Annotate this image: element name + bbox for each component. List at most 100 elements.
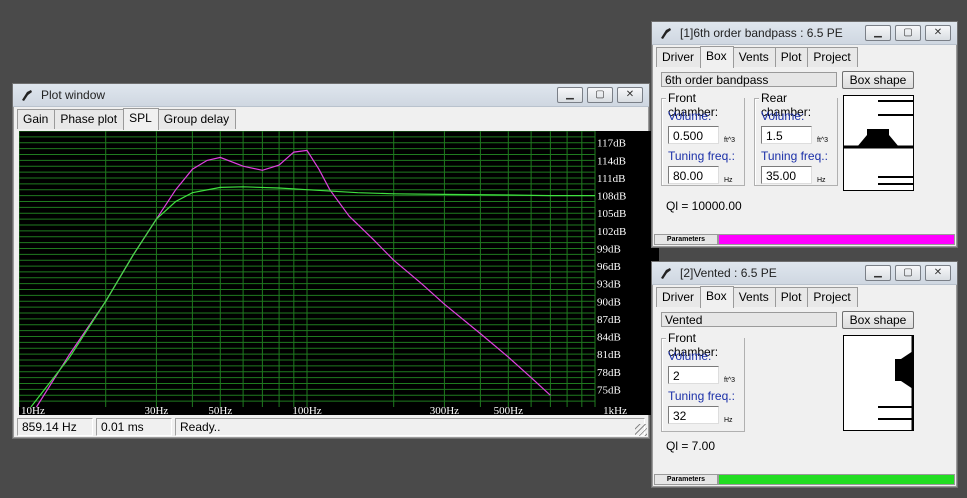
rear-tuning-unit: Hz	[817, 177, 826, 184]
status-bar: 859.14 Hz 0.01 ms Ready..	[17, 418, 645, 436]
status-message: Ready..	[175, 418, 645, 436]
tab-vents[interactable]: Vents	[732, 287, 776, 307]
resize-grip[interactable]	[635, 424, 647, 436]
x-tick-label: 30Hz	[144, 405, 168, 415]
x-tick-label: 1kHz	[603, 405, 627, 415]
parameters-bar: Parameters	[654, 234, 955, 245]
rear-volume-label: Volume:	[761, 109, 805, 123]
bandpass-box-diagram	[843, 95, 914, 191]
front-volume-label: Volume:	[668, 349, 712, 363]
rear-volume-unit: ft^3	[817, 137, 829, 144]
plot-window: Plot window ▁ ▢ ✕ Gain Phase plot SPL Gr…	[12, 83, 659, 439]
parameters-label[interactable]: Parameters	[654, 234, 718, 245]
maximize-icon[interactable]: ▢	[895, 265, 921, 281]
tab-plot[interactable]: Plot	[774, 47, 809, 67]
rear-chamber-group: Rear chamber: Volume: 1.5 ft^3 Tuning fr…	[754, 91, 838, 186]
front-tuning-label: Tuning freq.:	[668, 149, 735, 163]
vented-box-window: [2]Vented : 6.5 PE ▁ ▢ ✕ Driver Box Vent…	[651, 261, 958, 488]
close-icon[interactable]: ✕	[925, 265, 951, 281]
window-title: [1]6th order bandpass : 6.5 PE	[680, 26, 843, 40]
ql-value: Ql = 7.00	[666, 439, 716, 453]
close-icon[interactable]: ✕	[925, 25, 951, 41]
x-tick-label: 50Hz	[208, 405, 232, 415]
y-tick-label: 87dB	[597, 314, 621, 326]
y-tick-label: 117dB	[597, 138, 626, 150]
y-tick-label: 102dB	[597, 226, 626, 238]
spl-plot[interactable]: 117dB 114dB 111dB 108dB 105dB 102dB 99dB 96dB 93…	[19, 131, 659, 415]
maximize-icon[interactable]: ▢	[895, 25, 921, 41]
y-tick-label: 114dB	[597, 155, 626, 167]
minimize-icon[interactable]: ▁	[865, 265, 891, 281]
front-tuning-input[interactable]: 80.00	[668, 166, 719, 184]
front-tuning-label: Tuning freq.:	[668, 389, 735, 403]
plot-tabs: Gain Phase plot SPL Group delay	[13, 107, 649, 130]
front-tuning-unit: Hz	[724, 177, 733, 184]
bandpass-titlebar[interactable]: [1]6th order bandpass : 6.5 PE ▁ ▢ ✕	[652, 22, 957, 45]
y-tick-label: 81dB	[597, 349, 621, 361]
tab-phase-plot[interactable]: Phase plot	[54, 109, 125, 129]
front-volume-input[interactable]: 0.500	[668, 126, 719, 144]
rear-tuning-input[interactable]: 35.00	[761, 166, 812, 184]
y-tick-label: 108dB	[597, 191, 626, 203]
tab-gain[interactable]: Gain	[17, 109, 56, 129]
tab-project[interactable]: Project	[807, 47, 858, 67]
rear-volume-input[interactable]: 1.5	[761, 126, 812, 144]
y-tick-label: 75dB	[597, 384, 621, 396]
bandpass-box-window: [1]6th order bandpass : 6.5 PE ▁ ▢ ✕ Dri…	[651, 21, 958, 248]
y-tick-label: 90dB	[597, 296, 621, 308]
y-tick-label: 78dB	[597, 367, 621, 379]
tab-plot[interactable]: Plot	[774, 287, 809, 307]
parameters-bar: Parameters	[654, 474, 955, 485]
parameters-label[interactable]: Parameters	[654, 474, 718, 485]
y-tick-label: 84dB	[597, 332, 621, 344]
y-tick-label: 111dB	[597, 173, 626, 185]
tab-vents[interactable]: Vents	[732, 47, 776, 67]
front-tuning-input[interactable]: 32	[668, 406, 719, 424]
series-color-swatch	[718, 474, 955, 485]
front-volume-unit: ft^3	[724, 377, 736, 384]
rear-tuning-label: Tuning freq.:	[761, 149, 828, 163]
front-chamber-group: Front chamber: Volume: 0.500 ft^3 Tuning…	[661, 91, 745, 186]
front-volume-label: Volume:	[668, 109, 712, 123]
series-color-swatch	[718, 234, 955, 245]
y-tick-label: 105dB	[597, 208, 626, 220]
tab-spl[interactable]: SPL	[123, 108, 159, 130]
window-title: [2]Vented : 6.5 PE	[680, 266, 777, 280]
plot-window-titlebar[interactable]: Plot window ▁ ▢ ✕	[13, 84, 649, 107]
box-shape-button[interactable]: Box shape	[842, 71, 914, 89]
speaker-app-icon	[661, 28, 671, 39]
x-tick-label: 300Hz	[430, 405, 459, 415]
y-tick-label: 99dB	[597, 243, 621, 255]
chart-background	[19, 131, 629, 415]
front-volume-input[interactable]: 2	[668, 366, 719, 384]
tab-driver[interactable]: Driver	[656, 287, 701, 307]
box-type-field: Vented	[661, 312, 837, 327]
vented-box-diagram	[843, 335, 914, 431]
tab-project[interactable]: Project	[807, 287, 858, 307]
tab-box[interactable]: Box	[700, 286, 734, 308]
vented-tabs: Driver Box Vents Plot Project	[652, 285, 957, 308]
window-title: Plot window	[41, 88, 106, 102]
tab-driver[interactable]: Driver	[656, 47, 701, 67]
minimize-icon[interactable]: ▁	[865, 25, 891, 41]
vented-titlebar[interactable]: [2]Vented : 6.5 PE ▁ ▢ ✕	[652, 262, 957, 285]
status-time: 0.01 ms	[96, 418, 172, 436]
close-icon[interactable]: ✕	[617, 87, 643, 103]
front-volume-unit: ft^3	[724, 137, 736, 144]
tab-group-delay[interactable]: Group delay	[157, 109, 237, 129]
speaker-app-icon	[22, 90, 32, 101]
bandpass-tabs: Driver Box Vents Plot Project	[652, 45, 957, 68]
x-tick-label: 10Hz	[21, 405, 45, 415]
box-shape-button[interactable]: Box shape	[842, 311, 914, 329]
y-tick-label: 96dB	[597, 261, 621, 273]
y-tick-label: 93dB	[597, 279, 621, 291]
front-chamber-group: Front chamber: Volume: 2 ft^3 Tuning fre…	[661, 331, 745, 432]
tab-box[interactable]: Box	[700, 46, 734, 68]
x-tick-label: 100Hz	[292, 405, 321, 415]
spl-chart[interactable]: 117dB 114dB 111dB 108dB 105dB 102dB 99dB 96dB 93…	[19, 131, 629, 415]
minimize-icon[interactable]: ▁	[557, 87, 583, 103]
speaker-app-icon	[661, 268, 671, 279]
box-type-field: 6th order bandpass	[661, 72, 837, 87]
maximize-icon[interactable]: ▢	[587, 87, 613, 103]
x-tick-label: 500Hz	[494, 405, 523, 415]
